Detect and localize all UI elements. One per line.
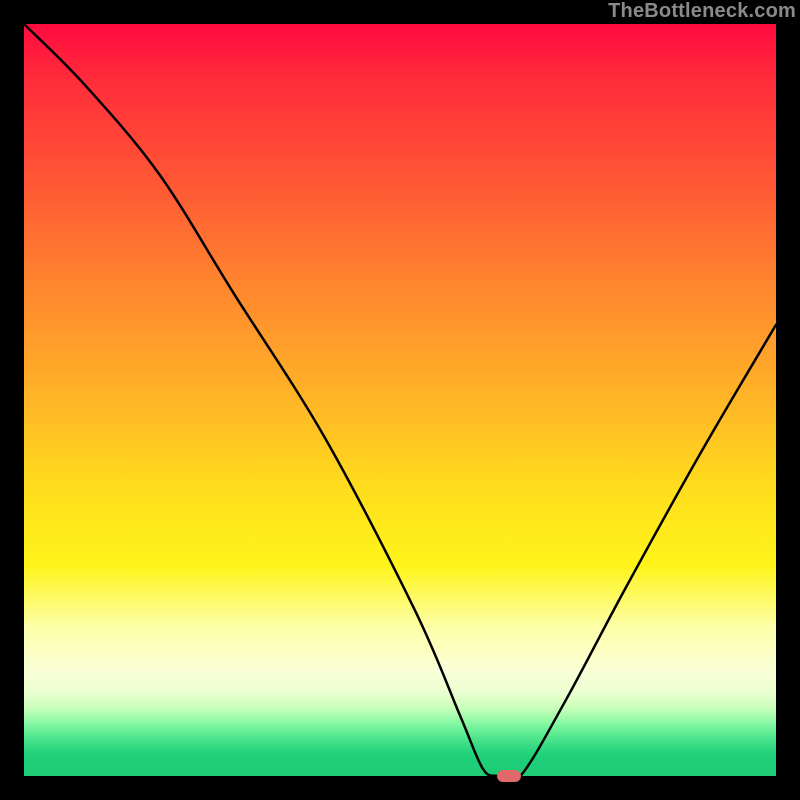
optimal-marker [497,770,521,782]
chart-frame: TheBottleneck.com [0,0,800,800]
watermark-text: TheBottleneck.com [608,0,796,23]
bottleneck-curve [24,24,776,776]
